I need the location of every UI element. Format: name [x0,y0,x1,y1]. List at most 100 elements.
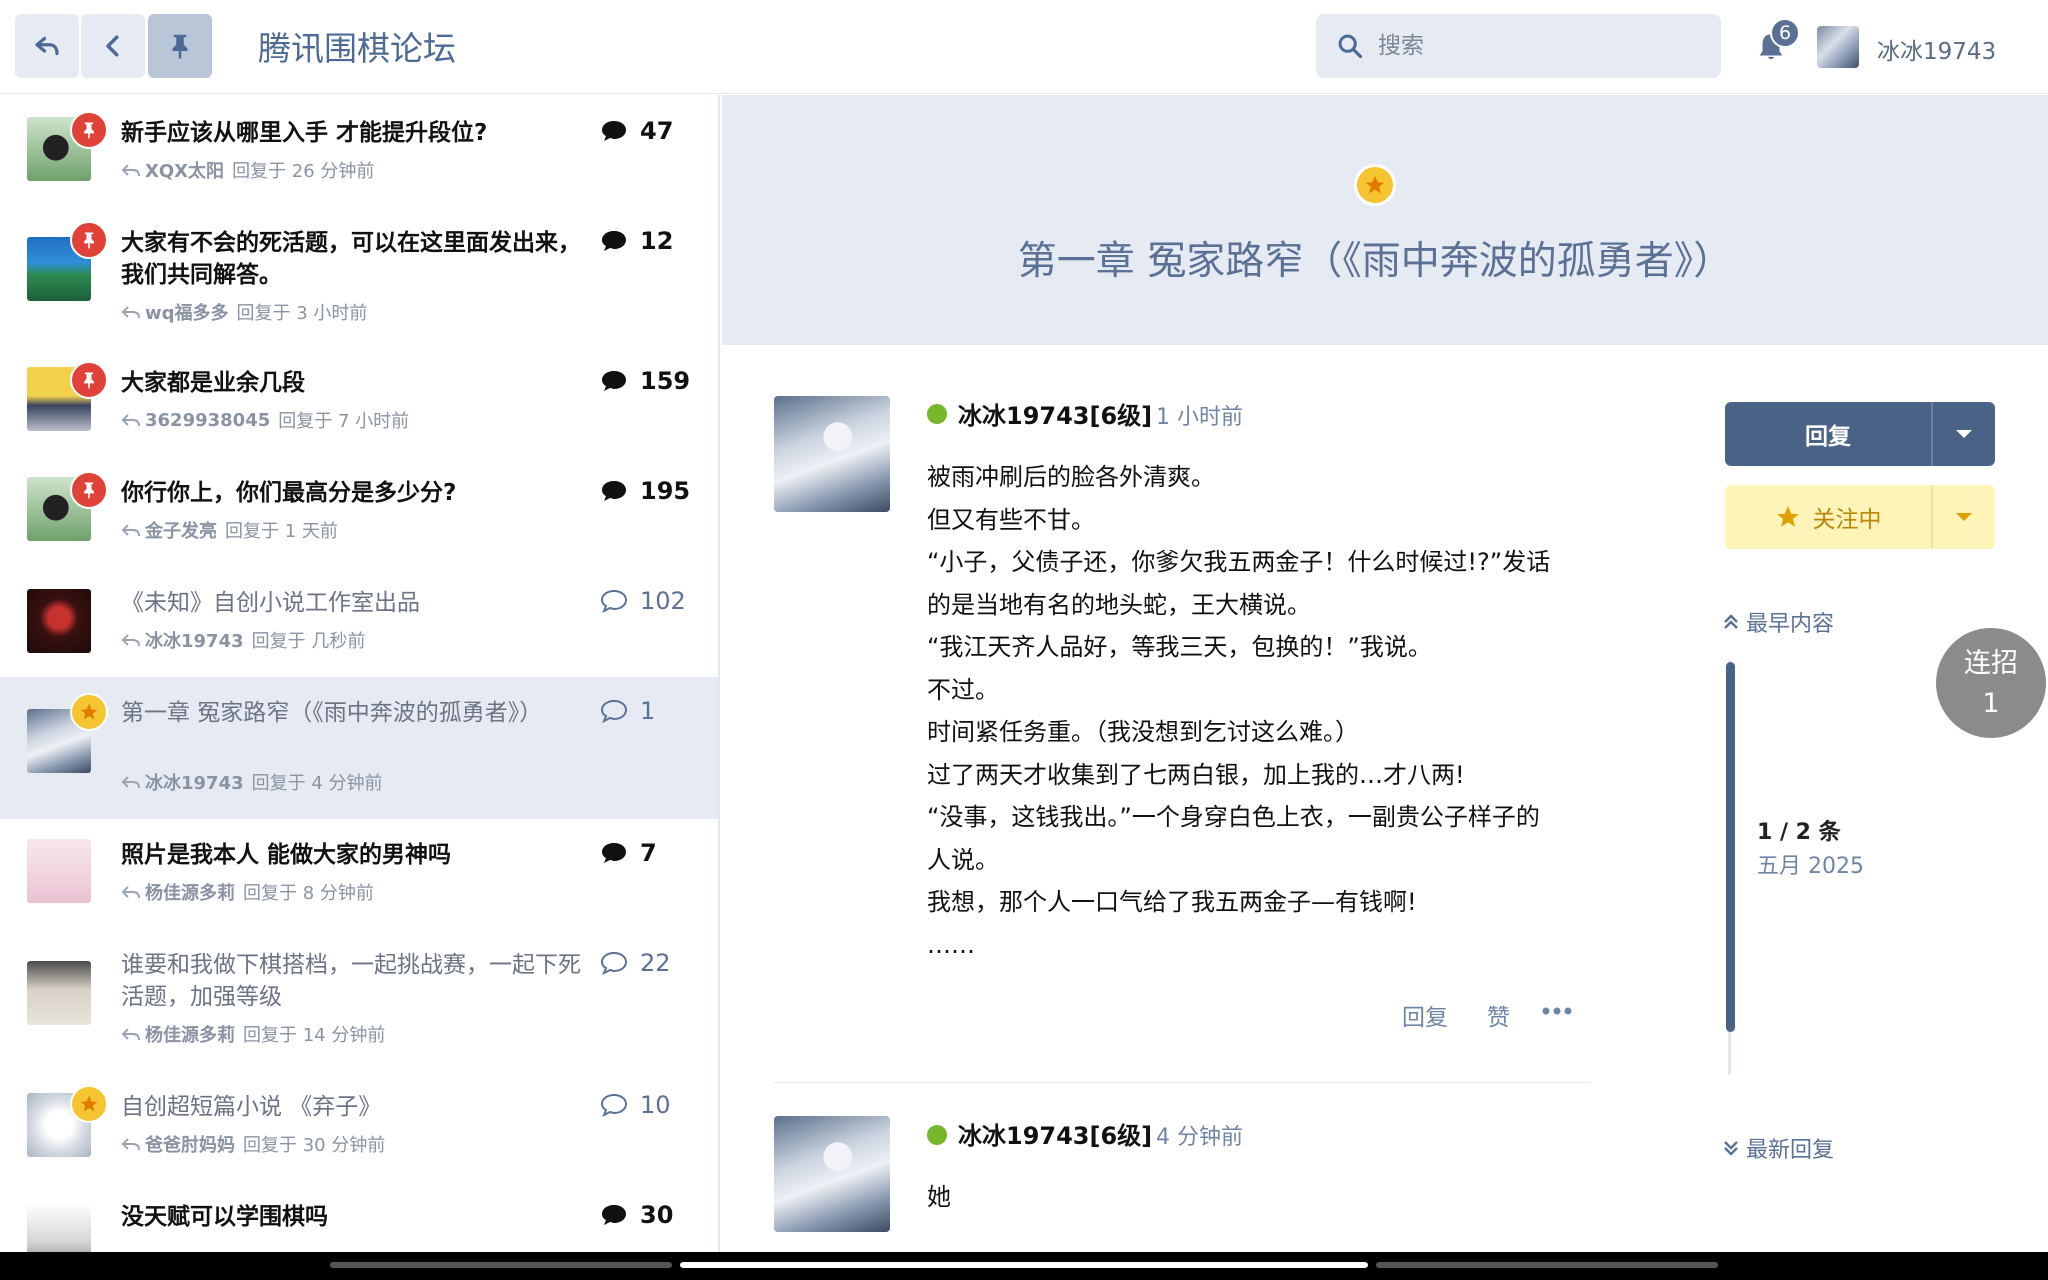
reply-user[interactable]: wq福多多 [145,299,229,325]
reply-user[interactable]: 冰冰19743 [145,627,244,653]
watching-button[interactable]: 关注中 [1725,485,1933,549]
post-line: 不过。 [927,675,999,704]
online-status-dot [927,404,947,424]
reply-time: 回复于 4 分钟前 [251,773,383,794]
reply-user[interactable]: 杨佳源多莉 [145,879,235,905]
chevron-left-icon[interactable] [81,14,145,78]
topic-title[interactable]: 大家有不会的死活题，可以在这里面发出来，我们共同解答。 [121,227,586,291]
topic-meta: wq福多多 回复于 3 小时前 [121,299,367,325]
topic-title[interactable]: 你行你上，你们最高分是多少分? [121,477,586,509]
comment-filled-icon [602,231,626,251]
topic-title[interactable]: 大家都是业余几段 [121,367,586,399]
pin-badge-icon [70,471,108,509]
earliest-content-link[interactable]: 最早内容 [1722,606,1834,638]
reply-count: 10 [600,1091,671,1119]
post-body: 被雨冲刷后的脸各外清爽。 但又有些不甘。 “小子，父债子还，你爹欠我五两金子！什… [927,456,1587,966]
reply-user[interactable]: 金子发亮 [145,517,217,543]
topic-title[interactable]: 第一章 冤家路窄（《雨中奔波的孤勇者》） [121,697,586,729]
reply-post-button[interactable]: 回复 [1402,998,1448,1032]
reply-count-value: 30 [640,1201,674,1229]
reply-count: 47 [600,117,673,145]
comment-outline-icon [600,951,628,976]
post-line: “没事，这钱我出。”一个身穿白色上衣，一副贵公子样子的 [927,803,1540,831]
post-time[interactable]: 1 小时前 [1156,399,1243,431]
user-name[interactable]: 冰冰19743 [1877,32,1996,66]
forum-title[interactable]: 腾讯围棋论坛 [258,22,456,70]
topic-item[interactable]: 没天赋可以学围棋吗 30 [0,1181,718,1252]
topic-header [722,95,2048,345]
topic-title[interactable]: 《未知》自创小说工作室出品 [121,587,586,619]
topic-item[interactable]: 谁要和我做下棋搭档，一起挑战赛，一起下死活题，加强等级 杨佳源多莉 回复于 14… [0,929,718,1071]
back-arrow-icon[interactable] [15,14,79,78]
topic-item[interactable]: 自创超短篇小说 《弃子》 爸爸肘妈妈 回复于 30 分钟前 10 [0,1071,718,1181]
user-avatar[interactable] [1817,26,1859,68]
reply-count-value: 12 [640,227,674,255]
search-input[interactable] [1378,33,1698,59]
latest-reply-link[interactable]: 最新回复 [1722,1132,1834,1164]
reply-user[interactable]: 冰冰19743 [145,769,244,795]
reply-count-value: 22 [640,949,671,977]
post-line: “我江天齐人品好，等我三天，包换的！”我说。 [927,633,1432,661]
more-options-icon[interactable] [1542,1004,1572,1018]
post-line: 的是当地有名的地头蛇，王大横说。 [927,590,1311,619]
topic-item[interactable]: 《未知》自创小说工作室出品 冰冰19743 回复于 几秒前 102 [0,567,718,677]
topic-avatar [27,961,91,1025]
topic-item[interactable]: 你行你上，你们最高分是多少分? 金子发亮 回复于 1 天前 195 [0,457,718,567]
topic-title[interactable]: 新手应该从哪里入手 才能提升段位? [121,117,586,149]
topic-item[interactable]: 大家都是业余几段 3629938045 回复于 7 小时前 159 [0,347,718,457]
reply-time: 回复于 3 小时前 [236,303,368,324]
post-line: 我想，那个人一口气给了我五两金子—有钱啊! [927,888,1417,916]
topic-title[interactable]: 照片是我本人 能做大家的男神吗 [121,839,586,871]
reply-time: 回复于 1 天前 [225,521,338,542]
reply-button[interactable]: 回复 [1725,402,1933,466]
reply-arrow-icon [121,776,140,789]
topic-item[interactable]: 新手应该从哪里入手 才能提升段位? XQX太阳 回复于 26 分钟前 47 [0,95,718,205]
reply-arrow-icon [121,1028,140,1041]
reply-dropdown-caret-icon[interactable] [1933,402,1995,466]
post-time[interactable]: 4 分钟前 [1156,1119,1243,1151]
combo-floating-button[interactable]: 连招 1 [1936,628,2046,738]
post-position: 1 / 2 条 [1757,820,1841,845]
post-divider [774,1082,1590,1083]
reply-time: 回复于 26 分钟前 [232,161,375,182]
reply-user[interactable]: 爸爸肘妈妈 [145,1131,235,1157]
post-author-name[interactable]: 冰冰19743[6级] [958,1116,1152,1151]
topic-title[interactable]: 没天赋可以学围棋吗 [121,1201,586,1233]
reply-user[interactable]: 杨佳源多莉 [145,1021,235,1047]
like-button[interactable]: 赞 [1487,998,1510,1032]
reply-user[interactable]: XQX太阳 [145,157,224,183]
search-box[interactable] [1316,14,1721,78]
pin-badge-icon [70,111,108,149]
topic-title[interactable]: 自创超短篇小说 《弃子》 [121,1091,586,1123]
post-line: 她 [927,1183,951,1211]
reply-user[interactable]: 3629938045 [145,410,270,431]
reply-time: 回复于 8 分钟前 [243,883,374,904]
post-line: …… [927,930,975,959]
topic-title[interactable]: 谁要和我做下棋搭档，一起挑战赛，一起下死活题，加强等级 [121,949,586,1013]
reply-arrow-icon [121,1138,140,1151]
double-chevron-up-icon [1724,614,1738,629]
top-header: 腾讯围棋论坛 6 冰冰19743 [0,0,2048,94]
pin-icon[interactable] [148,14,212,78]
reply-count-value: 102 [640,587,686,615]
post-author-avatar[interactable] [774,396,890,512]
topic-item-selected[interactable]: 第一章 冤家路窄（《雨中奔波的孤勇者》） 冰冰19743 回复于 4 分钟前 1 [0,677,718,819]
watch-dropdown-caret-icon[interactable] [1933,485,1995,549]
home-indicator[interactable] [680,1262,1368,1268]
reply-arrow-icon [121,164,140,177]
star-icon [1354,164,1396,206]
reply-count-value: 7 [640,839,657,867]
reply-arrow-icon [121,414,140,427]
notification-badge[interactable]: 6 [1770,18,1800,48]
post-line: “小子，父债子还，你爹欠我五两金子！什么时候过!?”发话 [927,548,1551,576]
post-author-name[interactable]: 冰冰19743[6级] [958,396,1152,431]
comment-filled-icon [602,481,626,501]
reply-count-value: 47 [640,117,674,145]
reply-count: 195 [600,477,690,505]
topic-item[interactable]: 照片是我本人 能做大家的男神吗 杨佳源多莉 回复于 8 分钟前 7 [0,819,718,929]
timeline-handle[interactable] [1726,662,1735,1032]
topic-item[interactable]: 大家有不会的死活题，可以在这里面发出来，我们共同解答。 wq福多多 回复于 3 … [0,205,718,347]
post-author-avatar[interactable] [774,1116,890,1232]
reply-count: 30 [600,1201,673,1229]
topic-list: 新手应该从哪里入手 才能提升段位? XQX太阳 回复于 26 分钟前 47 大家… [0,95,720,1252]
